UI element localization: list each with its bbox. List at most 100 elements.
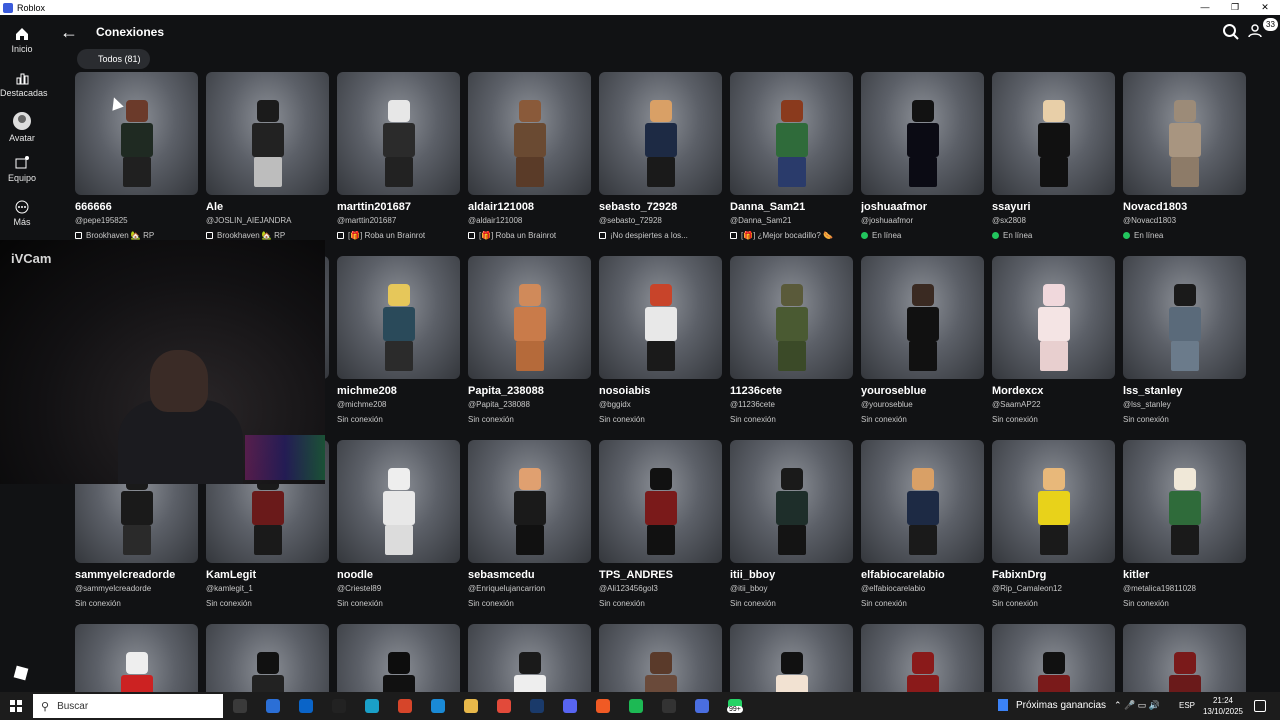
connection-name[interactable]: Ale — [206, 201, 329, 213]
people-icon[interactable] — [1248, 24, 1262, 38]
connection-card[interactable]: TPS_ANDRES @Ali123456gol3 Sin conexión — [599, 440, 722, 608]
language-indicator[interactable]: ESP — [1179, 701, 1195, 710]
connection-card[interactable]: marttin201687 @marttin201687 [🎁] Roba un B… — [337, 72, 460, 240]
sidebar-item-destacadas[interactable]: Destacadas — [0, 71, 48, 98]
connection-card[interactable]: itii_bboy @itii_bboy Sin conexión — [730, 440, 853, 608]
connection-name[interactable]: itii_bboy — [730, 569, 853, 581]
connection-status[interactable]: ¡No despiertes a los... — [599, 231, 722, 240]
avatar-thumbnail[interactable] — [992, 256, 1115, 379]
connection-name[interactable]: sammyelcreadorde — [75, 569, 198, 581]
connection-card[interactable]: Papita_238088 @Papita_238088 Sin conexión — [468, 256, 591, 424]
connection-name[interactable]: kitler — [1123, 569, 1246, 581]
avatar-thumbnail[interactable] — [861, 256, 984, 379]
brave-icon[interactable] — [596, 699, 610, 713]
vscode-icon[interactable] — [431, 699, 445, 713]
connection-name[interactable]: nosoiabis — [599, 385, 722, 397]
connection-name[interactable]: TPS_ANDRES — [599, 569, 722, 581]
spotify-icon[interactable] — [629, 699, 643, 713]
filter-chip-todos[interactable]: Todos (81) — [77, 49, 150, 69]
connection-card[interactable] — [75, 624, 198, 692]
app-4-icon[interactable] — [398, 699, 412, 713]
chrome-icon[interactable] — [497, 699, 511, 713]
taskbar-clock[interactable]: 21:24 13/10/2025 — [1200, 695, 1246, 717]
connection-card[interactable] — [1123, 624, 1246, 692]
connection-name[interactable]: FabixnDrg — [992, 569, 1115, 581]
connection-status[interactable]: Brookhaven 🏡 RP — [206, 231, 329, 240]
connection-card[interactable]: Novacd1803 @Novacd1803 En línea — [1123, 72, 1246, 240]
avatar-thumbnail[interactable] — [599, 256, 722, 379]
avatar-thumbnail[interactable] — [1123, 256, 1246, 379]
avatar-thumbnail[interactable] — [861, 440, 984, 563]
connection-card[interactable]: youroseblue @youroseblue Sin conexión — [861, 256, 984, 424]
discord-icon[interactable] — [563, 699, 577, 713]
connection-card[interactable]: elfabiocarelabio @elfabiocarelabio Sin con… — [861, 440, 984, 608]
connection-status[interactable]: [🎁] ¿Mejor bocadillo? 🌭 — [730, 231, 853, 240]
connection-card[interactable]: 11236cete @11236cete Sin conexión — [730, 256, 853, 424]
avatar-thumbnail[interactable] — [337, 624, 460, 692]
connection-name[interactable]: lss_stanley — [1123, 385, 1246, 397]
connection-card[interactable]: sebasto_72928 @sebasto_72928 ¡No despierte… — [599, 72, 722, 240]
connection-name[interactable]: michme208 — [337, 385, 460, 397]
connection-card[interactable]: ssayuri @sx2808 En línea — [992, 72, 1115, 240]
sidebar-item-mas[interactable]: Más — [0, 200, 44, 227]
connection-card[interactable]: sebasmcedu @Enriquelujancarrion Sin conexi… — [468, 440, 591, 608]
system-tray-icons[interactable]: ⌃ 🎤 ▭ 🔊 — [1114, 700, 1160, 711]
connection-status[interactable]: [🎁] Roba un Brainrot — [468, 231, 591, 240]
connection-card[interactable]: michme208 @michme208 Sin conexión — [337, 256, 460, 424]
minimize-button[interactable]: — — [1190, 0, 1220, 15]
connection-card[interactable]: nosoiabis @bggidx Sin conexión — [599, 256, 722, 424]
avatar-thumbnail[interactable] — [337, 256, 460, 379]
avatar-thumbnail[interactable] — [730, 624, 853, 692]
taskbar-search-box[interactable]: ⚲ Buscar — [33, 694, 223, 718]
connection-name[interactable]: youroseblue — [861, 385, 984, 397]
avatar-thumbnail[interactable] — [992, 440, 1115, 563]
close-button[interactable]: ✕ — [1250, 0, 1280, 15]
connection-card[interactable]: Danna_Sam21 @Danna_Sam21 [🎁] ¿Mejor bocadi… — [730, 72, 853, 240]
avatar-thumbnail[interactable] — [599, 624, 722, 692]
sidebar-item-equipo[interactable]: Equipo — [0, 156, 44, 183]
connection-card[interactable] — [468, 624, 591, 692]
connection-name[interactable]: KamLegit — [206, 569, 329, 581]
avatar-thumbnail[interactable] — [599, 440, 722, 563]
connection-status[interactable]: Brookhaven 🏡 RP — [75, 231, 198, 240]
connection-card[interactable] — [206, 624, 329, 692]
connection-name[interactable]: Mordexcx — [992, 385, 1115, 397]
avatar-thumbnail[interactable] — [861, 624, 984, 692]
avatar-thumbnail[interactable] — [599, 72, 722, 195]
avatar-thumbnail[interactable] — [468, 256, 591, 379]
connection-name[interactable]: sebasmcedu — [468, 569, 591, 581]
connection-name[interactable]: joshuaafmor — [861, 201, 984, 213]
search-icon[interactable] — [1222, 23, 1240, 41]
avatar-thumbnail[interactable] — [730, 440, 853, 563]
windows-start-icon[interactable] — [10, 700, 22, 712]
avatar-thumbnail[interactable] — [861, 72, 984, 195]
avatar-thumbnail[interactable] — [992, 72, 1115, 195]
connection-card[interactable]: Mordexcx @SaamAP22 Sin conexión — [992, 256, 1115, 424]
avatar-thumbnail[interactable] — [337, 440, 460, 563]
connection-name[interactable]: marttin201687 — [337, 201, 460, 213]
connection-name[interactable]: Papita_238088 — [468, 385, 591, 397]
obs-icon[interactable] — [662, 699, 676, 713]
connection-card[interactable]: joshuaafmor @joshuaafmor En línea — [861, 72, 984, 240]
connection-name[interactable]: sebasto_72928 — [599, 201, 722, 213]
connection-card[interactable]: aldair121008 @aldair121008 [🎁] Roba un Bra… — [468, 72, 591, 240]
connection-card[interactable]: FabixnDrg @Rip_Camaleon12 Sin conexión — [992, 440, 1115, 608]
connection-card[interactable]: kitler @metalica19811028 Sin conexión — [1123, 440, 1246, 608]
connection-name[interactable]: Danna_Sam21 — [730, 201, 853, 213]
weather-widget[interactable]: Próximas ganancias — [998, 699, 1106, 711]
avatar-thumbnail[interactable] — [337, 72, 460, 195]
avatar-thumbnail[interactable] — [206, 72, 329, 195]
capcut-icon[interactable] — [332, 699, 346, 713]
avatar-thumbnail[interactable] — [730, 256, 853, 379]
connection-card[interactable] — [861, 624, 984, 692]
avatar-thumbnail[interactable] — [730, 72, 853, 195]
connection-name[interactable]: ssayuri — [992, 201, 1115, 213]
avatar-thumbnail[interactable] — [1123, 440, 1246, 563]
connection-card[interactable] — [599, 624, 722, 692]
folder-icon[interactable] — [464, 699, 478, 713]
connection-name[interactable]: 11236cete — [730, 385, 853, 397]
sidebar-item-inicio[interactable]: Inicio — [0, 27, 44, 54]
outlook-icon[interactable] — [299, 699, 313, 713]
avatar-thumbnail[interactable] — [206, 624, 329, 692]
connection-card[interactable]: 666666 @pepe195825 Brookhaven 🏡 RP — [75, 72, 198, 240]
